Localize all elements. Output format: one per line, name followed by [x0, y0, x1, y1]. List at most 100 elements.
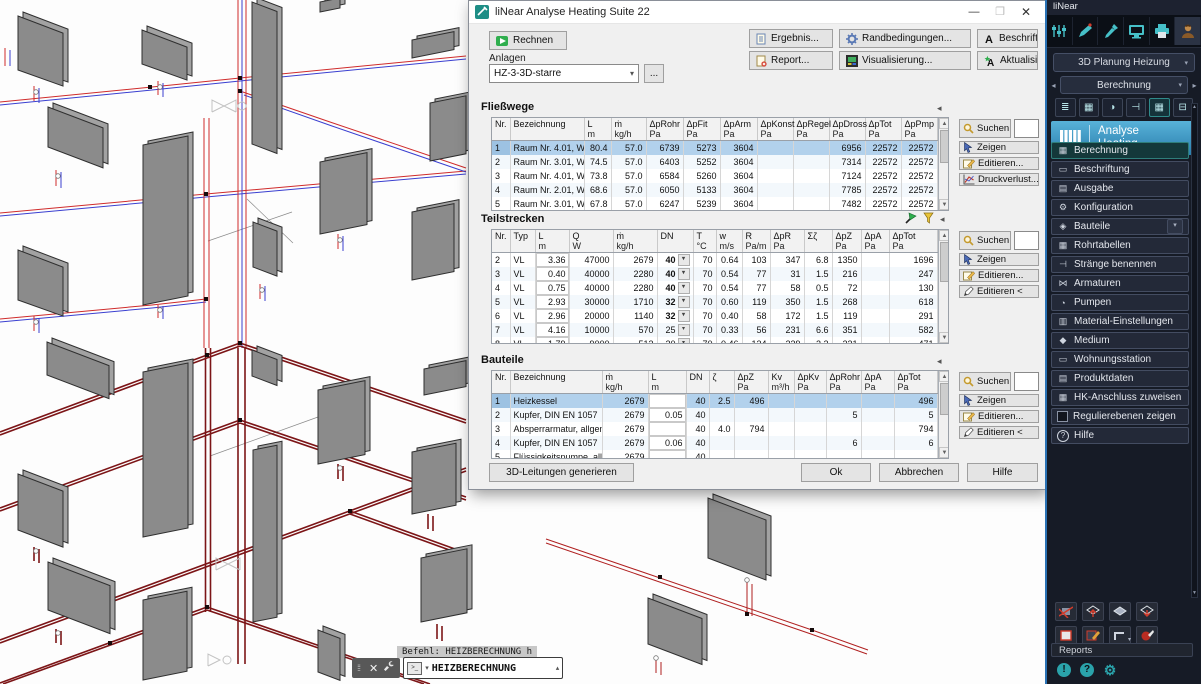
table-row[interactable]: 2VL3.3647000267940▾700.641033476.8135016…	[492, 253, 937, 267]
table-row[interactable]: 4Raum Nr. 2.01, Wo...68.657.060505133360…	[492, 183, 937, 197]
command-input[interactable]: >_ ▾ HEIZBERECHNUNG ▴	[403, 657, 563, 679]
next-category-icon[interactable]: ▸	[1190, 81, 1199, 90]
table-row[interactable]: 3Absperrarmatur, allgemein2679404.079479…	[492, 422, 937, 436]
search-input[interactable]	[1014, 372, 1039, 391]
command-bar-handle[interactable]: ⁞⁞ ✕	[352, 658, 400, 678]
sidebar-item-beschriftung[interactable]: ▭Beschriftung	[1051, 161, 1189, 178]
command-dropdown-icon[interactable]: ▾	[425, 664, 429, 672]
bauteile-table[interactable]: Nr. Bezeichnung ṁkg/hLmDN ζ ΔpZPaKvm³/hΔ…	[491, 370, 949, 459]
scroll-up-icon[interactable]: ▲	[939, 230, 950, 241]
module-select[interactable]: 3D Planung Heizung▾	[1053, 53, 1195, 72]
table-row[interactable]: 7VL4.161000057025▾700.33562316.6351582	[492, 323, 937, 337]
screwdriver-icon[interactable]	[1098, 17, 1124, 45]
druckverlust-button[interactable]: Druckverlust...	[959, 173, 1039, 186]
table-row[interactable]: 1Raum Nr. 4.01, Wo...80.457.067395273360…	[492, 141, 937, 155]
sidebar-item-hk-anschluss-zuweisen[interactable]: ▦HK-Anschluss zuweisen	[1051, 389, 1189, 406]
aktualisieren-button[interactable]: A Aktualisieren <	[977, 51, 1038, 70]
prev-category-icon[interactable]: ◂	[1049, 81, 1058, 90]
table-row[interactable]: 6VL2.9620000114032▾700.40581721.5119291	[492, 309, 937, 323]
sidebar-item-material-einstellungen[interactable]: ▥Material-Einstellungen	[1051, 313, 1189, 330]
filter-icon[interactable]	[923, 212, 934, 227]
sidebar-item-armaturen[interactable]: ⋈Armaturen	[1051, 275, 1189, 292]
suchen-button[interactable]: Suchen <	[959, 231, 1011, 250]
anlagen-select[interactable]: HZ-3-3D-starre▾	[489, 64, 639, 83]
reports-bar[interactable]: Reports	[1051, 643, 1193, 657]
mixer-icon[interactable]	[1047, 17, 1073, 45]
sidebar-item-produktdaten[interactable]: ▤Produktdaten	[1051, 370, 1189, 387]
clip-section-icon[interactable]	[1055, 602, 1077, 621]
settings-gear-icon[interactable]: ⚙	[1103, 663, 1117, 677]
sidebar-item-wohnungsstation[interactable]: ▭Wohnungsstation	[1051, 351, 1189, 368]
calculator-icon[interactable]: ▦	[1149, 98, 1170, 117]
chevron-down-icon[interactable]: ▾	[1167, 219, 1183, 234]
chevron-down-icon[interactable]: ▾	[678, 254, 690, 266]
ergebnis-button[interactable]: Ergebnis...	[749, 29, 833, 48]
monitor-icon[interactable]	[1124, 17, 1150, 45]
chevron-down-icon[interactable]: ▾	[678, 282, 690, 294]
scroll-down-icon[interactable]: ▼	[1192, 590, 1197, 597]
sidebar-item-ausgabe[interactable]: ▤Ausgabe	[1051, 180, 1189, 197]
sidebar-item-regulierebenen-zeigen[interactable]: Regulierebenen zeigen	[1051, 408, 1189, 425]
beschriften-button[interactable]: A Beschriften...	[977, 29, 1038, 48]
table-row[interactable]: 3VL0.4040000228040▾700.5477311.5216247	[492, 267, 937, 281]
sidebar-item-berechnung[interactable]: ▦Berechnung	[1051, 142, 1189, 159]
editieren-button[interactable]: Editieren...	[959, 410, 1039, 423]
pie-icon[interactable]: ◑	[1102, 98, 1123, 117]
anlagen-browse-button[interactable]: ...	[644, 64, 664, 83]
info-icon[interactable]: !	[1057, 663, 1071, 677]
suchen-button[interactable]: Suchen <	[959, 372, 1011, 391]
chevron-down-icon[interactable]: ▾	[678, 324, 690, 336]
editieren-button[interactable]: Editieren <	[959, 285, 1039, 298]
suchen-button[interactable]: Suchen <	[959, 119, 1011, 138]
minimize-button[interactable]: —	[961, 2, 987, 22]
search-input[interactable]	[1014, 231, 1039, 250]
search-input[interactable]	[1014, 119, 1039, 138]
scroll-down-icon[interactable]: ▼	[939, 447, 950, 458]
table-row[interactable]: 3Raum Nr. 4.01, Wo...73.857.065845260360…	[492, 169, 937, 183]
checkbox[interactable]	[1057, 411, 1068, 422]
table-row[interactable]: 2Kupfer, DIN EN 105726790.054055	[492, 408, 937, 422]
maximize-button[interactable]: ❐	[987, 2, 1013, 22]
collapse-icon[interactable]: ◂	[937, 356, 942, 367]
collapse-icon[interactable]: ◂	[937, 103, 942, 114]
close-button[interactable]: ✕	[1013, 2, 1039, 22]
diagram-icon[interactable]: ▦	[1079, 98, 1100, 117]
command-expand-icon[interactable]: ▴	[556, 664, 560, 672]
floor-up-icon[interactable]	[1082, 602, 1104, 621]
palette-title[interactable]: liNear	[1047, 0, 1201, 15]
table-row[interactable]: 4VL0.7540000228040▾700.5477580.572130	[492, 281, 937, 295]
palette-scrollbar[interactable]: ▲ ▼	[1191, 103, 1198, 598]
scrollbar[interactable]: ▲ ▼	[938, 371, 950, 458]
sidebar-item-rohrtabellen[interactable]: ▦Rohrtabellen	[1051, 237, 1189, 254]
chevron-down-icon[interactable]: ▾	[678, 310, 690, 322]
sidebar-item-hilfe[interactable]: ?Hilfe	[1051, 427, 1189, 444]
report-button[interactable]: Report...	[749, 51, 833, 70]
generate-3d-pipes-button[interactable]: 3D-Leitungen generieren	[489, 463, 634, 482]
help-button[interactable]: Hilfe	[967, 463, 1038, 482]
scrollbar[interactable]: ▲ ▼	[938, 230, 950, 343]
wrench-icon[interactable]	[383, 659, 395, 677]
pipe-assign-icon[interactable]	[905, 212, 917, 227]
table-row[interactable]: 2Raum Nr. 3.01, Wo...74.557.064035252360…	[492, 155, 937, 169]
table-row[interactable]: 5VL2.9330000171032▾700.601193501.5268618	[492, 295, 937, 309]
floor-icon[interactable]	[1109, 602, 1131, 621]
randbedingungen-button[interactable]: Randbedingungen...	[839, 29, 971, 48]
help-icon[interactable]: ?	[1080, 663, 1094, 677]
command-input-text[interactable]: HEIZBERECHNUNG	[432, 663, 553, 674]
table-row[interactable]: 1Heizkessel2679402.5496496	[492, 394, 937, 408]
scroll-up-icon[interactable]: ▲	[939, 118, 950, 129]
chevron-down-icon[interactable]: ▾	[678, 338, 690, 345]
scrollbar[interactable]: ▲ ▼	[938, 118, 950, 210]
user-icon[interactable]	[1175, 17, 1201, 45]
drag-handle-icon[interactable]: ⁞⁞	[357, 664, 364, 672]
table-row[interactable]: 5Raum Nr. 3.01, Wo...67.857.062475239360…	[492, 197, 937, 211]
ok-button[interactable]: Ok	[801, 463, 871, 482]
dialog-titlebar[interactable]: liNear Analyse Heating Suite 22 — ❐ ✕	[469, 1, 1045, 24]
zeigen-button[interactable]: Zeigen	[959, 253, 1039, 266]
editieren-button[interactable]: Editieren...	[959, 269, 1039, 282]
sidebar-item-bauteile[interactable]: ◈Bauteile▾	[1051, 218, 1189, 235]
pen-icon[interactable]	[1073, 17, 1099, 45]
scroll-down-icon[interactable]: ▼	[939, 199, 950, 210]
zeigen-button[interactable]: Zeigen	[959, 394, 1039, 407]
chevron-down-icon[interactable]: ▾	[678, 296, 690, 308]
